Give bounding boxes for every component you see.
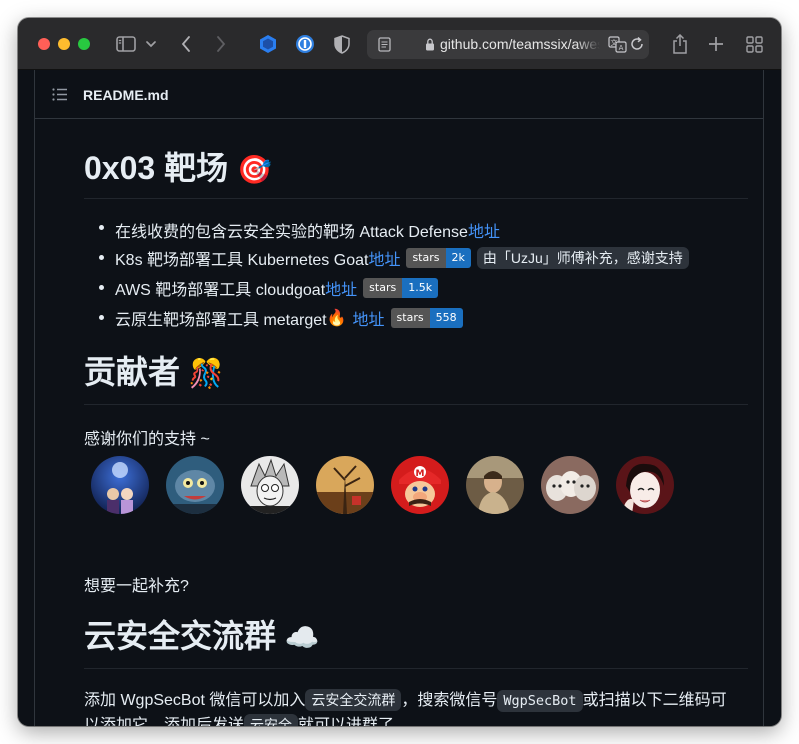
divider (84, 668, 748, 669)
lock-icon (424, 35, 436, 53)
password-manager-icon[interactable] (294, 32, 316, 56)
new-tab-icon[interactable] (705, 32, 727, 56)
badge-value: 1.5k (402, 278, 439, 298)
outline-list-icon[interactable] (51, 84, 69, 104)
shield-icon[interactable] (331, 32, 353, 56)
inline-code: 云安全交流群 (305, 689, 402, 711)
item-link[interactable]: 地址 (353, 306, 385, 330)
list-item: 在线收费的包含云安全实验的靶场 Attack Defense 地址 (115, 218, 500, 242)
page-content: README.md 0x03 靶场 🎯 在线收费的包含云安全实验的靶场 Atta… (18, 70, 781, 726)
range-heading: 0x03 靶场 🎯 (84, 152, 272, 184)
translate-icon[interactable]: 文A (607, 33, 627, 55)
stars-badge[interactable]: stars 1.5k (363, 278, 439, 298)
inline-code: 云安全 (244, 714, 299, 726)
paragraph-text: ，搜索微信号 (401, 692, 498, 709)
minimize-window-button[interactable] (58, 38, 70, 50)
back-arrow-icon[interactable] (176, 32, 196, 56)
divider (84, 404, 748, 405)
fire-emoji-icon: 🔥 (326, 310, 347, 327)
list-item: K8s 靶场部署工具 Kubernetes Goat 地址 stars 2k 由「… (115, 246, 689, 270)
contributor-avatar[interactable] (91, 456, 149, 514)
sidebar-toggle-icon[interactable] (114, 32, 138, 56)
paragraph-text: 就可以进群了。 (298, 717, 411, 726)
readme-header: README.md (35, 70, 763, 119)
badge-value: 558 (429, 308, 463, 328)
privacy-extension-icon[interactable] (257, 32, 279, 56)
contributor-avatar[interactable] (616, 456, 674, 514)
contributor-note: 由「UzJu」师傅补充，感谢支持 (476, 247, 689, 269)
bullet (99, 225, 104, 230)
list-item: AWS 靶场部署工具 cloudgoat 地址 stars 1.5k (115, 276, 439, 300)
badge-value: 2k (445, 248, 471, 268)
badge-label: stars (406, 248, 446, 268)
range-heading-text: 0x03 靶场 (84, 150, 229, 186)
contributor-avatar[interactable] (166, 456, 224, 514)
group-paragraph-line-1: 添加 WgpSecBot 微信可以加入 云安全交流群 ，搜索微信号 WgpSecBot… (84, 686, 727, 712)
join-contributors-link[interactable]: 想要一起补充? (84, 572, 189, 596)
tab-overview-icon[interactable] (743, 32, 765, 56)
bullet (99, 255, 104, 260)
reader-mode-icon[interactable] (375, 34, 393, 54)
contributor-avatar[interactable] (541, 456, 599, 514)
contributor-avatar[interactable] (466, 456, 524, 514)
divider (84, 198, 748, 199)
target-emoji-icon: 🎯 (236, 154, 272, 185)
contributors-heading-text: 贡献者 (84, 354, 181, 390)
list-item-text: 云原生靶场部署工具 metarget (115, 312, 327, 329)
cloud-emoji-icon: ☁️ (284, 622, 320, 653)
inline-code: WgpSecBot (497, 690, 583, 712)
group-heading: 云安全交流群 ☁️ (84, 620, 320, 652)
bullet (99, 285, 104, 290)
svg-text:M: M (416, 469, 425, 479)
readme-container: README.md 0x03 靶场 🎯 在线收费的包含云安全实验的靶场 Atta… (34, 70, 764, 726)
browser-toolbar: github.com/teamssix/awesome-cloud-securi… (18, 18, 781, 70)
contributor-avatar[interactable] (241, 456, 299, 514)
list-item-text: 在线收费的包含云安全实验的靶场 Attack Defense (115, 224, 468, 241)
thanks-text: 感谢你们的支持 ~ (84, 431, 210, 448)
url-text[interactable]: github.com/teamssix/awesome-cloud-securi… (440, 36, 600, 52)
item-link[interactable]: 地址 (325, 276, 357, 300)
close-window-button[interactable] (38, 38, 50, 50)
forward-arrow-icon[interactable] (211, 32, 231, 56)
browser-window: github.com/teamssix/awesome-cloud-securi… (18, 18, 781, 726)
chevron-down-icon[interactable] (144, 32, 158, 56)
svg-text:A: A (618, 44, 623, 52)
list-item-text: K8s 靶场部署工具 Kubernetes Goat (115, 252, 369, 269)
list-item-text: AWS 靶场部署工具 cloudgoat (115, 282, 326, 299)
contributors-heading: 贡献者 🎊 (84, 356, 224, 388)
group-heading-text: 云安全交流群 (84, 618, 277, 654)
contributor-avatar[interactable] (316, 456, 374, 514)
stars-badge[interactable]: stars 2k (406, 248, 471, 268)
contributor-avatar[interactable]: M (391, 456, 449, 514)
item-link[interactable]: 地址 (468, 218, 500, 242)
reload-icon[interactable] (629, 34, 645, 54)
list-item: 云原生靶场部署工具 metarget 🔥 地址 stars 558 (115, 306, 463, 330)
stars-badge[interactable]: stars 558 (390, 308, 463, 328)
bullet (99, 315, 104, 320)
paragraph-text: 以添加它，添加后发送 (84, 717, 245, 726)
address-bar[interactable]: github.com/teamssix/awesome-cloud-securi… (367, 30, 649, 59)
zoom-window-button[interactable] (78, 38, 90, 50)
badge-label: stars (390, 308, 430, 328)
badge-label: stars (363, 278, 403, 298)
paragraph-text: 添加 WgpSecBot 微信可以加入 (84, 692, 306, 709)
item-link[interactable]: 地址 (368, 246, 400, 270)
share-icon[interactable] (669, 32, 691, 56)
group-paragraph-line-2: 以添加它，添加后发送 云安全 就可以进群了。 (84, 711, 410, 726)
readme-filename: README.md (83, 87, 169, 103)
paragraph-text: 或扫描以下二维码可 (582, 692, 727, 709)
confetti-emoji-icon: 🎊 (188, 358, 224, 389)
